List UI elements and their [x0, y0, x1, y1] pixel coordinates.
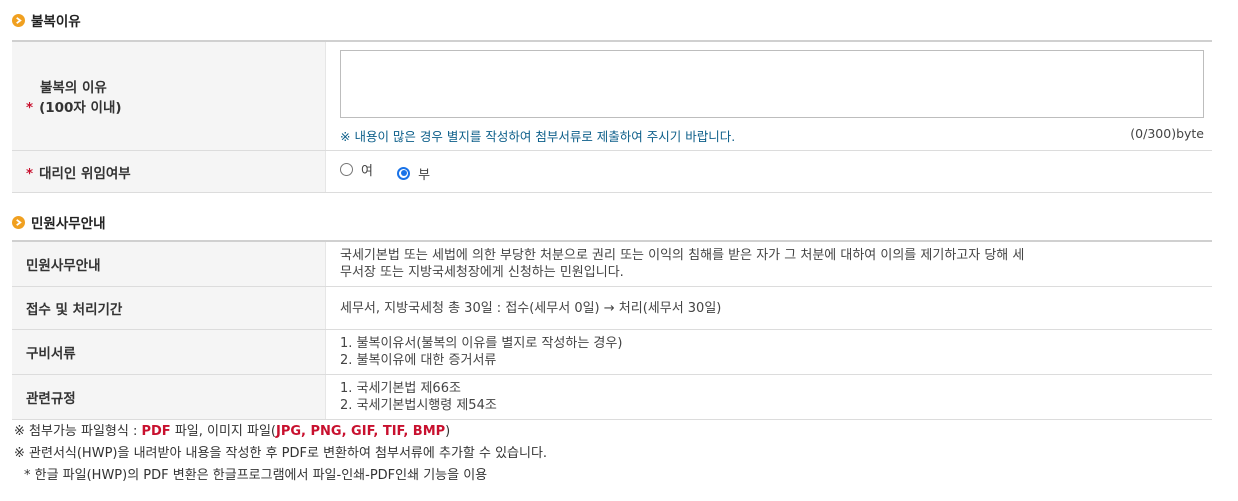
info-row-label: 관련규정	[12, 374, 326, 420]
note-text: 파일, 이미지 파일(	[170, 424, 277, 439]
reason-label-line2: (100자 이내)	[39, 100, 122, 116]
note-formats-highlight: JPG, PNG, GIF, TIF, BMP	[276, 424, 446, 439]
chevron-right-circle-icon	[12, 13, 25, 27]
note-hwp-convert: * 한글 파일(HWP)의 PDF 변환은 한글프로그램에서 파일-인쇄-PDF…	[24, 468, 488, 483]
info-line: 2. 불복이유에 대한 증거서류	[340, 353, 497, 368]
chevron-right-circle-icon	[12, 215, 25, 229]
info-row-value: 1. 국세기본법 제66조 2. 국세기본법시행령 제54조	[325, 374, 1212, 420]
note-pdf-highlight: PDF	[141, 424, 171, 439]
info-line: 무서장 또는 지방국세청장에게 신청하는 민원입니다.	[340, 265, 624, 280]
reason-input-cell: ※ 내용이 많은 경우 별지를 작성하여 첨부서류로 제출하여 주시기 바랍니다…	[325, 40, 1212, 151]
info-line: 1. 국세기본법 제66조	[340, 381, 461, 396]
section-title-appeal-reason: 불복이유	[12, 11, 81, 30]
required-mark: *	[26, 165, 34, 182]
proxy-options-cell: 여 부	[325, 150, 1212, 193]
reason-textarea[interactable]	[340, 50, 1204, 118]
section-title-text: 불복이유	[31, 14, 81, 30]
reason-hint: ※ 내용이 많은 경우 별지를 작성하여 첨부서류로 제출하여 주시기 바랍니다…	[340, 129, 736, 144]
radio-label: 부	[418, 167, 431, 183]
info-line: 국세기본법 또는 세법에 의한 부당한 처분으로 권리 또는 이익의 침해를 받…	[340, 248, 1025, 263]
reason-label-cell: 불복의 이유 * (100자 이내)	[12, 40, 326, 151]
required-mark: *	[26, 100, 34, 116]
radio-circle[interactable]	[340, 163, 353, 177]
info-line: 1. 불복이유서(불복의 이유를 별지로 작성하는 경우)	[340, 336, 623, 351]
civil-info-table: 민원사무안내 국세기본법 또는 세법에 의한 부당한 처분으로 권리 또는 이익…	[12, 240, 1212, 420]
proxy-label: 대리인 위임여부	[39, 165, 131, 182]
info-row-value: 1. 불복이유서(불복의 이유를 별지로 작성하는 경우) 2. 불복이유에 대…	[325, 329, 1212, 375]
attachment-notes: ※ 첨부가능 파일형식 : PDF 파일, 이미지 파일(JPG, PNG, G…	[14, 421, 547, 487]
info-row-label: 민원사무안내	[12, 240, 326, 287]
note-hwp: ※ 관련서식(HWP)을 내려받아 내용을 작성한 후 PDF로 변환하여 첨부…	[14, 446, 548, 461]
note-text: ※ 첨부가능 파일형식 :	[14, 424, 142, 439]
info-row-value: 국세기본법 또는 세법에 의한 부당한 처분으로 권리 또는 이익의 침해를 받…	[325, 240, 1212, 287]
info-line: 2. 국세기본법시행령 제54조	[340, 398, 497, 413]
info-line: 세무서, 지방국세청 총 30일 : 접수(세무서 0일) → 처리(세무서 3…	[340, 300, 722, 316]
radio-circle-selected[interactable]	[397, 166, 411, 180]
section-title-text: 민원사무안내	[31, 216, 106, 232]
proxy-radio-no[interactable]: 부	[397, 164, 430, 183]
note-file-formats: ※ 첨부가능 파일형식 : PDF 파일, 이미지 파일(JPG, PNG, G…	[14, 421, 547, 443]
note-text: )	[445, 424, 451, 439]
byte-counter: (0/300)byte	[1130, 126, 1204, 141]
appeal-form-table: 불복의 이유 * (100자 이내) ※ 내용이 많은 경우 별지를 작성하여 첨…	[12, 40, 1212, 193]
info-row-label: 구비서류	[12, 329, 326, 375]
proxy-radio-yes[interactable]: 여	[340, 160, 373, 179]
info-row-value: 세무서, 지방국세청 총 30일 : 접수(세무서 0일) → 처리(세무서 3…	[325, 286, 1212, 330]
info-row-label: 접수 및 처리기간	[12, 286, 326, 330]
section-title-civil-info: 민원사무안내	[12, 213, 106, 232]
radio-label: 여	[361, 164, 373, 180]
reason-label-line1: 불복의 이유	[40, 80, 107, 96]
proxy-label-cell: * 대리인 위임여부	[12, 150, 326, 193]
